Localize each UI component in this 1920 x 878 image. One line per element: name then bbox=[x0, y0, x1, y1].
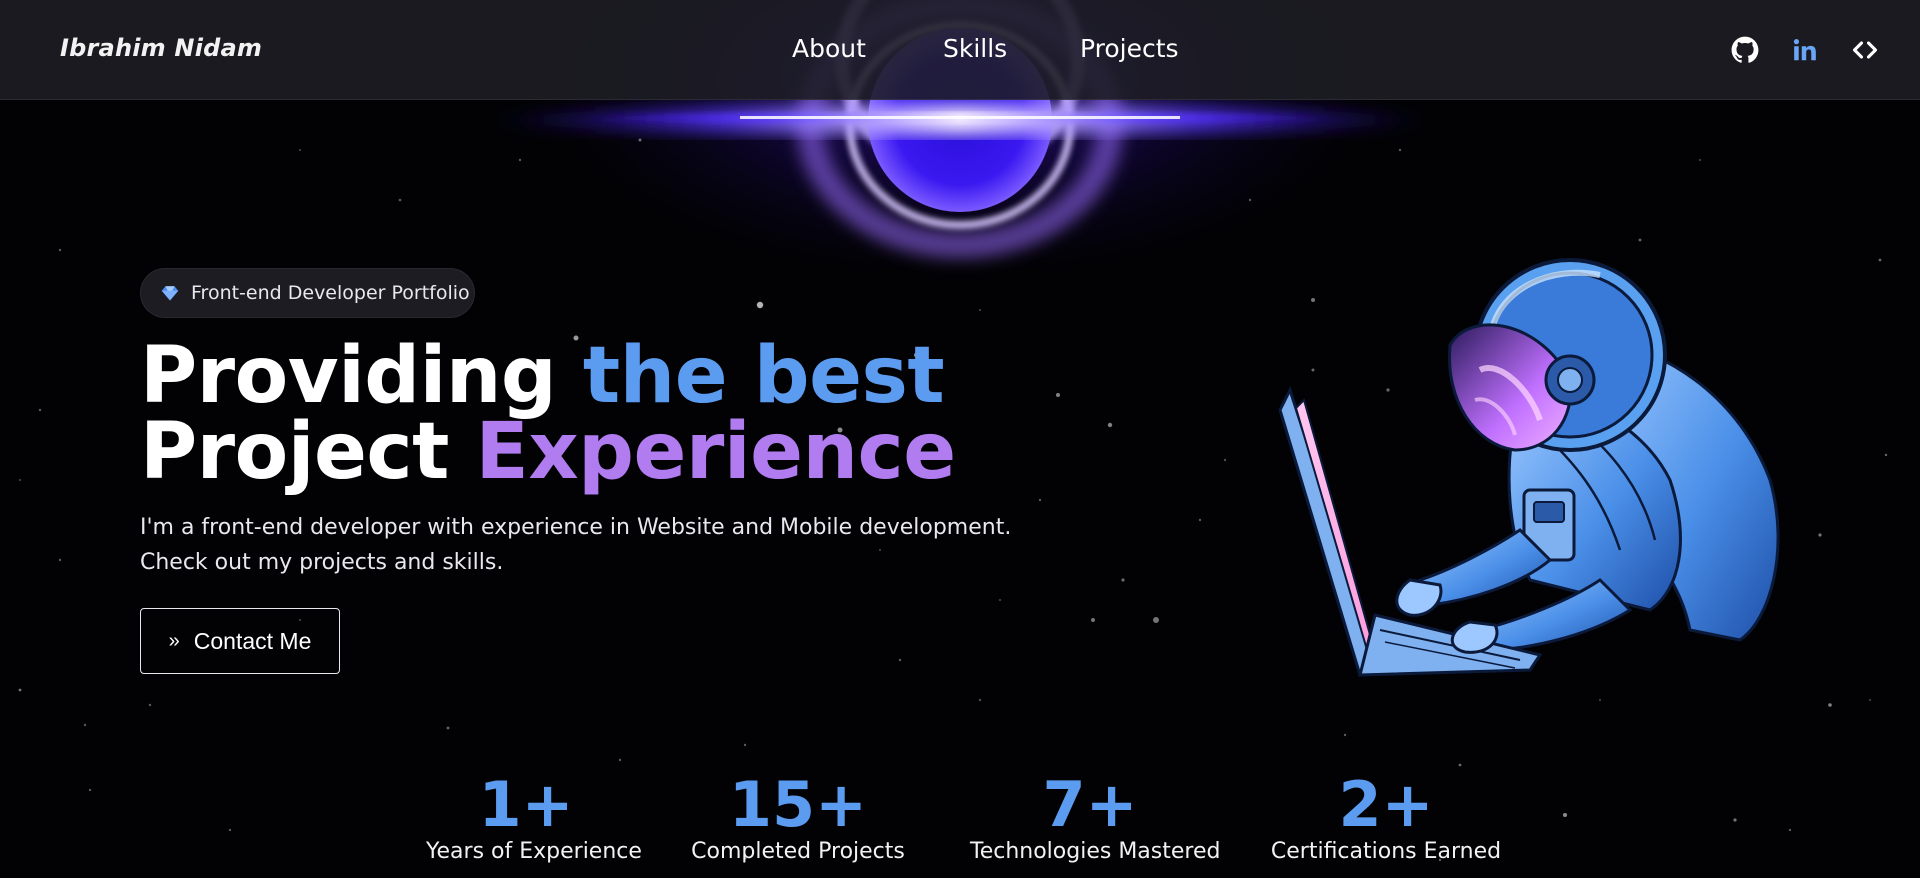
stat-label: Certifications Earned bbox=[1270, 839, 1502, 864]
headline-line-1: Providing the best bbox=[140, 337, 956, 415]
headline-line-2: Project Experience bbox=[140, 413, 956, 491]
stat-value: 15+ bbox=[728, 768, 868, 841]
stat-label: Years of Experience bbox=[426, 839, 642, 864]
stat-value: 1+ bbox=[478, 768, 574, 841]
stat-certifications-earned: 2+ Certifications Earned bbox=[1268, 770, 1504, 866]
role-badge: Front-end Developer Portfolio bbox=[140, 268, 475, 318]
contact-me-label: Contact Me bbox=[193, 627, 312, 654]
headline-accent-purple: Experience bbox=[475, 407, 957, 497]
stat-value: 2+ bbox=[1338, 768, 1434, 841]
description-line-2: Check out my projects and skills. bbox=[140, 550, 504, 575]
stat-label: Completed Projects bbox=[691, 839, 905, 864]
stat-technologies-mastered: 7+ Technologies Mastered bbox=[970, 768, 1221, 866]
stat-label: Technologies Mastered bbox=[970, 839, 1221, 864]
double-chevron-right-icon: » bbox=[168, 630, 180, 652]
description-line-1: I'm a front-end developer with experienc… bbox=[140, 515, 1012, 540]
portfolio-page: Ibrahim Nidam About Skills Projects Fron… bbox=[0, 0, 1920, 878]
headline-text: Project bbox=[140, 407, 476, 497]
stat-years-experience: 1+ Years of Experience bbox=[426, 768, 642, 866]
stat-value: 7+ bbox=[1042, 768, 1138, 841]
stat-completed-projects: 15+ Completed Projects bbox=[688, 770, 908, 866]
hero-description: I'm a front-end developer with experienc… bbox=[140, 510, 1011, 580]
hero-headline: Providing the best Project Experience bbox=[140, 337, 956, 491]
astronaut-illustration bbox=[1278, 258, 1780, 677]
stats-section: 1+ Years of Experience 15+ Completed Pro… bbox=[0, 770, 1920, 878]
diamond-icon bbox=[161, 284, 179, 302]
badge-label: Front-end Developer Portfolio bbox=[191, 282, 470, 304]
contact-me-button[interactable]: » Contact Me bbox=[140, 608, 340, 674]
